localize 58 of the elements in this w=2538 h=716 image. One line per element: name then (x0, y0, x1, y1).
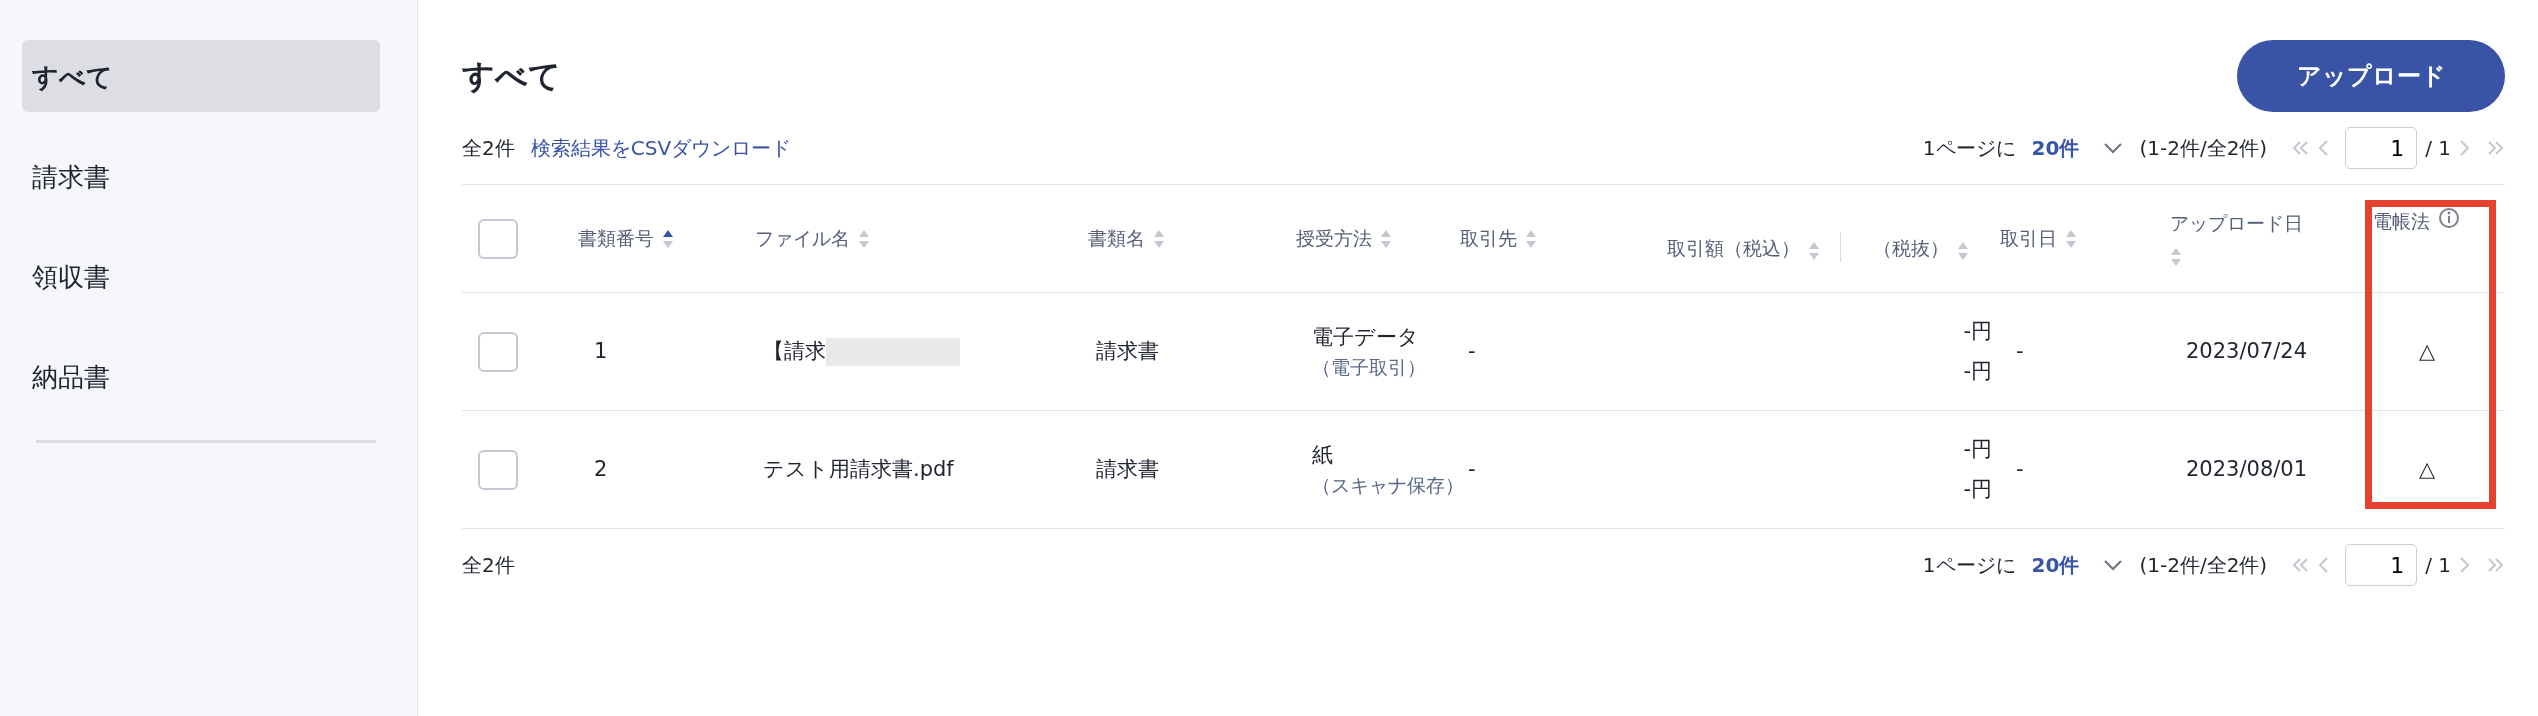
csv-download-link[interactable]: 検索結果をCSVダウンロード (530, 133, 792, 163)
table-cell: - (1460, 411, 1650, 529)
per-page-label: 1ページに (1922, 552, 2016, 579)
column-header[interactable]: 授受方法 (1296, 224, 1372, 253)
next-page-icon[interactable] (2459, 139, 2471, 157)
page-count: / 1 (2425, 552, 2451, 579)
compliance-mark: △ (2418, 455, 2436, 483)
table-cell: 2 (578, 411, 755, 529)
column-header[interactable]: 取引日 (2000, 224, 2057, 253)
chevron-down-icon[interactable] (2103, 559, 2124, 571)
column-header[interactable]: 電帳法 (2373, 207, 2430, 236)
page-range: (1-2件/全2件) (2139, 552, 2268, 579)
table-cell: 請求書 (1088, 411, 1296, 529)
column-header[interactable]: ファイル名 (755, 224, 850, 253)
per-page-label: 1ページに (1922, 135, 2016, 162)
amount-incl-tax: -円 (1963, 318, 1992, 345)
table-cell: - (1460, 293, 1650, 411)
upload-button[interactable]: アップロード (2237, 40, 2505, 112)
first-page-icon[interactable] (2291, 557, 2310, 573)
column-header[interactable]: （税抜） (1873, 233, 1949, 262)
column-header[interactable]: 書類名 (1088, 224, 1145, 253)
table-cell: - (2000, 411, 2170, 529)
sidebar-item[interactable]: 領収書 (22, 240, 380, 312)
sidebar-item[interactable]: すべて (22, 40, 380, 112)
first-page-icon[interactable] (2291, 140, 2310, 156)
next-page-icon[interactable] (2459, 556, 2471, 574)
column-header[interactable]: 取引額（税込） (1667, 233, 1800, 262)
info-icon[interactable] (2438, 207, 2460, 229)
page-range: (1-2件/全2件) (2139, 135, 2268, 162)
page-count: / 1 (2425, 135, 2451, 162)
previous-page-icon[interactable] (2317, 556, 2330, 574)
amount-incl-tax: -円 (1963, 436, 1992, 463)
table-cell: 請求書 (1088, 293, 1296, 411)
sidebar-item[interactable]: 請求書 (22, 140, 380, 212)
file-name[interactable]: 【請求 (763, 335, 826, 368)
page-title: すべて (462, 56, 561, 96)
transfer-method: 電子データ (1312, 323, 1419, 351)
result-count: 全2件 (462, 552, 515, 579)
amount-excl-tax: -円 (1963, 475, 1992, 503)
file-name[interactable]: テスト用請求書.pdf (763, 453, 954, 486)
table-cell: 2023/07/24 (2170, 293, 2365, 411)
table-cell: - (2000, 293, 2170, 411)
transfer-method-detail: （電子取引） (1312, 355, 1426, 380)
checkbox[interactable] (478, 218, 518, 259)
table-cell: 1 (578, 293, 755, 411)
column-header[interactable]: 書類番号 (578, 224, 654, 253)
compliance-mark: △ (2418, 337, 2436, 365)
table-cell: 2023/08/01 (2170, 411, 2365, 529)
transfer-method: 紙 (1312, 441, 1333, 469)
checkbox[interactable] (478, 449, 518, 490)
chevron-down-icon[interactable] (2103, 142, 2124, 154)
column-header[interactable]: 取引先 (1460, 224, 1517, 253)
amount-excl-tax: -円 (1963, 357, 1992, 385)
sidebar-item[interactable]: 納品書 (22, 340, 380, 412)
previous-page-icon[interactable] (2317, 139, 2330, 157)
result-count: 全2件 (462, 135, 515, 162)
checkbox[interactable] (478, 331, 518, 372)
column-header[interactable]: アップロード日 (2170, 209, 2303, 238)
